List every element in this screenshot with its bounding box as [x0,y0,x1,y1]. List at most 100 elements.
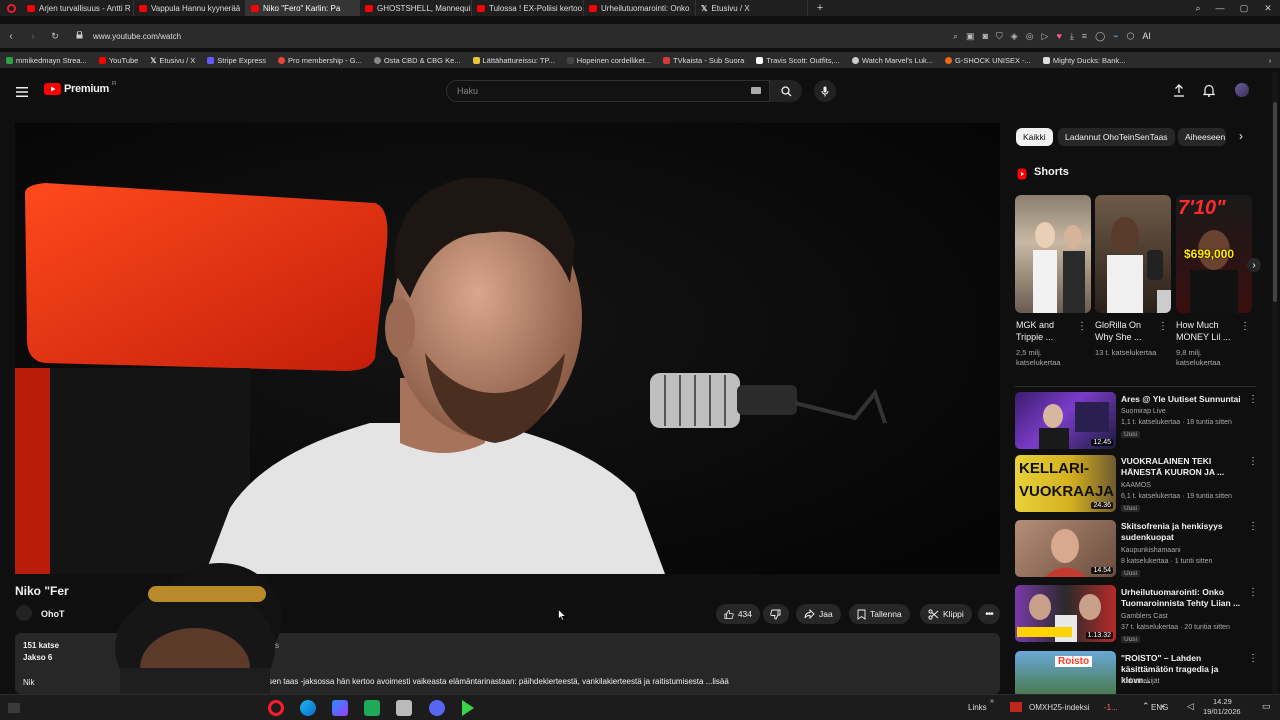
bookmark-item[interactable]: 𝕏 Etusivu / X [144,56,201,65]
notification-center-icon[interactable]: ▭ [1262,701,1271,712]
rec-more-options-icon[interactable]: ⋮ [1248,522,1258,532]
view-icon[interactable]: ◎ [1026,31,1034,42]
taskbar-app-icon[interactable] [332,700,348,716]
browser-tab[interactable]: 𝕏 Etusivu / X [696,0,808,16]
taskbar-app-icon[interactable] [462,700,474,716]
rec-more-options-icon[interactable]: ⋮ [1248,588,1258,598]
page-scrollbar[interactable] [1272,72,1278,694]
url-field[interactable]: www.youtube.com/watch [93,32,953,41]
rec-title[interactable]: VUOKRALAINEN TEKI HÄNESTÄ KUURON JA ... [1121,456,1243,478]
browser-tab-active[interactable]: Niko "Fero" Karlin: Pa [246,0,360,16]
short-title[interactable]: MGK and Trippie ... [1016,319,1080,343]
browser-tab[interactable]: Vappula Hannu kyynerää [134,0,246,16]
search-tabs-icon[interactable]: ⌕ [1188,3,1208,14]
hamburger-menu-icon[interactable] [16,84,28,102]
bookmark-item[interactable]: Travis Scott: Outfits,... [750,56,846,65]
new-tab-button[interactable]: + [808,2,832,14]
bookmark-item[interactable]: TVkaista - Sub Suora [657,56,750,65]
like-button[interactable]: 434 [716,604,760,624]
share-button[interactable]: Jaa [796,604,841,624]
clip-button[interactable]: Klippi [920,604,972,624]
rec-more-options-icon[interactable]: ⋮ [1248,457,1258,467]
short-more-options-icon[interactable]: ⋮ [1240,322,1250,332]
short-thumbnail[interactable] [1095,195,1171,313]
heart-icon[interactable]: ♥ [1056,31,1061,41]
voice-search-button[interactable] [814,80,836,102]
short-title[interactable]: How Much MONEY Lil ... [1176,319,1240,343]
extension-2-icon[interactable]: ⌁ [1113,31,1118,42]
chip-all[interactable]: Kaikki [1016,128,1053,146]
extension-icon[interactable]: ▣ [966,31,975,42]
rec-thumbnail[interactable]: 14.54 [1015,520,1116,577]
opera-logo-icon[interactable] [0,0,22,16]
camera-icon[interactable]: ◙ [983,31,988,41]
profile-icon[interactable]: ◯ [1095,31,1105,42]
network-icon[interactable]: ⌁ [1160,701,1165,712]
tray-chevron-icon[interactable]: ⌃ [1142,701,1150,712]
rec-channel[interactable]: Suomirap Live [1121,407,1246,417]
rec-thumbnail[interactable]: KELLARI- VUOKRAAJA 24.36 [1015,455,1116,512]
browser-tab[interactable]: Tulossa ! EX-Poliisi kertoo [472,0,584,16]
stock-ticker[interactable]: OMXH25-indeksi [1029,703,1089,712]
taskbar-links-label[interactable]: Links [968,703,987,712]
short-more-options-icon[interactable]: ⋮ [1158,322,1168,332]
search-input[interactable]: Haku [446,80,770,102]
edge-icon[interactable] [300,700,316,716]
maximize-window-button[interactable]: ▢ [1232,3,1256,14]
volume-icon[interactable]: ◁ [1187,701,1194,712]
dislike-button[interactable] [763,604,789,624]
rec-title[interactable]: Ares @ Yle Uutiset Sunnuntai [1121,394,1243,405]
short-thumbnail[interactable]: 7'10" $699,000 [1176,195,1252,313]
taskbar-app-icon[interactable] [396,700,412,716]
taskbar-app-icon[interactable] [268,700,284,716]
shorts-next-chevron-icon[interactable]: › [1247,258,1261,272]
vpn-icon[interactable]: ◈ [1011,31,1018,42]
bookmark-item[interactable]: G-SHOCK UNISEX -... [939,56,1037,65]
discord-icon[interactable] [429,700,445,716]
bookmark-item[interactable]: Pro membership - G... [272,56,368,65]
start-menu-icon[interactable] [8,703,20,713]
shield-icon[interactable]: ⛉ [996,31,1003,42]
short-more-options-icon[interactable]: ⋮ [1077,322,1087,332]
save-button[interactable]: Tallenna [849,604,910,624]
youtube-logo[interactable]: Premium FI [44,81,116,95]
ai-button[interactable]: AI [1142,31,1151,41]
clock-date[interactable]: 19/01/2026 [1203,707,1241,716]
browser-tab[interactable]: Urheilutuomarointi: Onko [584,0,696,16]
bookmark-item[interactable]: Mighty Ducks: Bank... [1037,56,1132,65]
bookmark-item[interactable]: Watch Marvel's Luk... [846,56,939,65]
close-window-button[interactable]: ✕ [1256,3,1280,14]
scrollbar-thumb[interactable] [1273,102,1277,302]
rec-more-options-icon[interactable]: ⋮ [1248,654,1258,664]
bookmark-item[interactable]: YouTube [93,56,144,65]
rec-thumbnail[interactable]: 1.13.32 [1015,585,1116,642]
bookmarks-overflow-icon[interactable]: › [1260,56,1280,65]
play-icon[interactable]: ▷ [1042,31,1049,42]
taskbar-app-icon[interactable] [364,700,380,716]
download-icon[interactable]: ⤓ [1070,31,1074,42]
short-thumbnail[interactable] [1015,195,1091,313]
avatar[interactable] [1235,83,1249,97]
short-title[interactable]: GloRilla On Why She ... [1095,319,1159,343]
upload-icon[interactable] [1173,84,1185,102]
search-button[interactable] [770,80,802,102]
browser-tab[interactable]: Arjen turvallisuus - Antti R [22,0,134,16]
more-actions-button[interactable]: ••• [978,604,1000,624]
bookmark-item[interactable]: Lättähattureissu: TP... [467,56,561,65]
browser-tab[interactable]: GHOSTSHELL, Mannequin [360,0,472,16]
chip-uploaded-by[interactable]: Ladannut OhoTeinSenTaas [1058,128,1175,146]
bookmark-item[interactable]: Hopeinen cordelliket... [561,56,657,65]
rec-more-options-icon[interactable]: ⋮ [1248,395,1258,405]
video-player[interactable] [15,123,1000,574]
search-page-icon[interactable]: ⌕ [953,31,958,42]
rec-channel[interactable]: Pahantekijät [1121,677,1246,687]
bookmark-item[interactable]: Stripe Express [201,56,272,65]
reload-icon[interactable]: ↻ [44,31,66,42]
chips-next-chevron-icon[interactable]: › [1234,129,1248,143]
taskbar-links-chevron-icon[interactable]: » [990,698,994,705]
rec-title[interactable]: Skitsofrenia ja henkisyys sudenkuopat [1121,521,1243,543]
bookmark-item[interactable]: Osta CBD & CBG Ke... [368,56,467,65]
rec-title[interactable]: Urheilutuomarointi: Onko Tuomaroinnista … [1121,587,1243,609]
back-icon[interactable]: ‹ [0,31,22,42]
chip-related[interactable]: Aiheeseen [1178,128,1226,146]
